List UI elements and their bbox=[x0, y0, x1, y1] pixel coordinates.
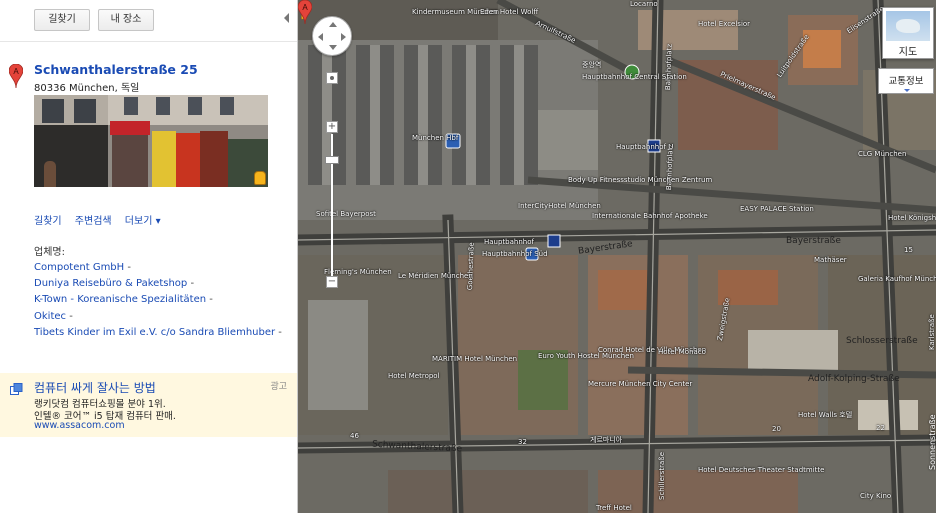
poi-label: Internationale Bahnhof Apotheke bbox=[592, 212, 708, 220]
ad-link-icon bbox=[10, 383, 23, 395]
poi-label: Hotel Monaco bbox=[658, 348, 706, 356]
house-number: 15 bbox=[904, 246, 913, 254]
map-thumbnail-icon bbox=[886, 11, 930, 41]
list-item: K-Town - Koreanische Spezialitäten - bbox=[34, 294, 213, 306]
street-label: Schillerstraße bbox=[658, 451, 666, 500]
satellite-map[interactable]: Bayerstraße Bayerstraße Schwanthalerstra… bbox=[298, 0, 936, 513]
street-view-thumbnail[interactable] bbox=[34, 95, 268, 187]
poi-label: Hauptbahnhof Central Station bbox=[582, 73, 687, 81]
marker-a-icon: A bbox=[9, 64, 23, 88]
poi-label: Galeria Kaufhof München Stachus bbox=[858, 275, 936, 283]
poi-label: Hauptbahnhof U bbox=[616, 143, 674, 151]
business-link[interactable]: Tibets Kinder im Exil e.V. c/o Sandra Bl… bbox=[34, 327, 275, 338]
poi-label: Le Méridien München bbox=[398, 272, 473, 280]
business-link[interactable]: Okitec bbox=[34, 311, 66, 322]
directions-button[interactable]: 길찾기 bbox=[34, 9, 90, 31]
pan-up-icon[interactable] bbox=[329, 22, 337, 27]
poi-label: Sofitel Bayerpost bbox=[316, 210, 376, 218]
traffic-label: 교통정보 bbox=[888, 76, 924, 87]
zoom-out-button[interactable]: − bbox=[326, 276, 338, 288]
poi-label: Mercure München City Center bbox=[588, 380, 693, 388]
house-number: 46 bbox=[350, 432, 359, 440]
poi-label: InterCityHotel München bbox=[518, 202, 601, 210]
poi-label: Fleming's München bbox=[324, 268, 392, 276]
svg-text:A: A bbox=[302, 3, 308, 12]
maps-app: 길찾기 내 장소 A Schwanthalerstraße 25 80336 M… bbox=[0, 0, 936, 513]
poi-label: 중앙역 bbox=[582, 61, 602, 69]
poi-label: Locarno bbox=[630, 0, 658, 8]
street-label: Adolf-Kolping-Straße bbox=[808, 374, 900, 384]
reset-view-button[interactable] bbox=[326, 72, 338, 84]
traffic-button[interactable]: 교통정보 bbox=[878, 68, 934, 94]
chevron-down-icon bbox=[904, 89, 910, 92]
place-title[interactable]: Schwanthalerstraße 25 bbox=[34, 62, 198, 77]
ad-url-link[interactable]: www.assacom.com bbox=[34, 420, 125, 431]
poi-label: Mathäser bbox=[814, 256, 847, 264]
house-number: 32 bbox=[518, 438, 527, 446]
place-actions: 길찾기 주변검색 더보기 ▾ bbox=[34, 212, 171, 227]
left-panel: 길찾기 내 장소 A Schwanthalerstraße 25 80336 M… bbox=[0, 0, 298, 513]
ad-label: 광고 bbox=[270, 382, 287, 392]
action-directions-link[interactable]: 길찾기 bbox=[34, 216, 62, 227]
collapse-panel-icon[interactable] bbox=[284, 13, 289, 23]
street-label: Schlosserstraße bbox=[846, 336, 918, 346]
poi-label: Hotel Metropol bbox=[388, 372, 440, 380]
poi-label: Hotel Excelsior bbox=[698, 20, 751, 28]
poi-label: 게르마니아 bbox=[590, 436, 623, 444]
pan-left-icon[interactable] bbox=[318, 33, 323, 41]
poi-label: EASY PALACE Station bbox=[740, 205, 814, 213]
poi-label: Hotel Königshof bbox=[888, 214, 936, 222]
businesses-list: Compotent GmbH - Duniya Reisebüro & Pake… bbox=[34, 260, 282, 341]
map-type-label: 지도 bbox=[898, 47, 918, 58]
house-number: 22 bbox=[876, 424, 885, 432]
pan-down-icon[interactable] bbox=[329, 45, 337, 50]
poi-label: München Hbf bbox=[412, 134, 459, 142]
action-more-link[interactable]: 더보기 ▾ bbox=[125, 216, 161, 227]
business-link[interactable]: K-Town - Koreanische Spezialitäten bbox=[34, 294, 206, 305]
zoom-slider-handle[interactable] bbox=[325, 156, 339, 164]
sponsored-ad: 컴퓨터 싸게 잘사는 방법 광고 랭키닷컴 컴퓨터쇼핑몰 분야 1위. 인텔® … bbox=[0, 373, 297, 437]
poi-label: Body Up Fitnessstudio München Zentrum bbox=[568, 176, 713, 184]
list-item: Tibets Kinder im Exil e.V. c/o Sandra Bl… bbox=[34, 326, 282, 338]
poi-label: Hauptbahnhof bbox=[484, 238, 534, 246]
street-label: Karlstraße bbox=[928, 314, 936, 350]
list-item: Duniya Reisebüro & Paketshop - bbox=[34, 278, 195, 290]
pan-control[interactable] bbox=[312, 16, 352, 56]
poi-label: Eden Hotel Wolff bbox=[480, 8, 539, 16]
poi-label: Treff Hotel bbox=[596, 504, 632, 512]
panel-toolbar: 길찾기 내 장소 bbox=[0, 0, 297, 42]
list-item: Compotent GmbH - bbox=[34, 262, 131, 273]
pegman-icon[interactable] bbox=[254, 171, 266, 185]
place-address: 80336 München, 독일 bbox=[34, 83, 140, 94]
poi-label: MARITIM Hotel München bbox=[432, 355, 518, 363]
map-type-button[interactable]: 지도 bbox=[882, 7, 934, 59]
poi-label: Hotel Walls 호텔 bbox=[798, 411, 853, 419]
house-number: 20 bbox=[772, 425, 781, 433]
street-label: Bayerstraße bbox=[786, 236, 841, 246]
businesses-label: 업체명: bbox=[34, 247, 65, 258]
poi-label: City Kino bbox=[860, 492, 892, 500]
poi-label: CLG München bbox=[858, 150, 907, 158]
street-label: Bahnhofplatz bbox=[664, 43, 674, 91]
list-item: Okitec - bbox=[34, 310, 73, 322]
pan-right-icon[interactable] bbox=[341, 33, 346, 41]
poi-label: Hotel Deutsches Theater Stadtmitte bbox=[698, 466, 825, 474]
svg-text:A: A bbox=[13, 67, 19, 76]
ad-title-link[interactable]: 컴퓨터 싸게 잘사는 방법 bbox=[34, 379, 156, 396]
street-label: Sonnenstraße bbox=[928, 414, 936, 470]
street-label: Goethestraße bbox=[466, 242, 476, 291]
action-search-nearby-link[interactable]: 주변검색 bbox=[75, 216, 112, 227]
business-link[interactable]: Compotent GmbH bbox=[34, 262, 124, 273]
business-link[interactable]: Duniya Reisebüro & Paketshop bbox=[34, 278, 187, 289]
poi-label: Hauptbahnhof Süd bbox=[482, 250, 548, 258]
location-pin-icon[interactable]: A bbox=[298, 0, 312, 24]
zoom-in-button[interactable]: + bbox=[326, 121, 338, 133]
my-places-button[interactable]: 내 장소 bbox=[98, 9, 154, 31]
